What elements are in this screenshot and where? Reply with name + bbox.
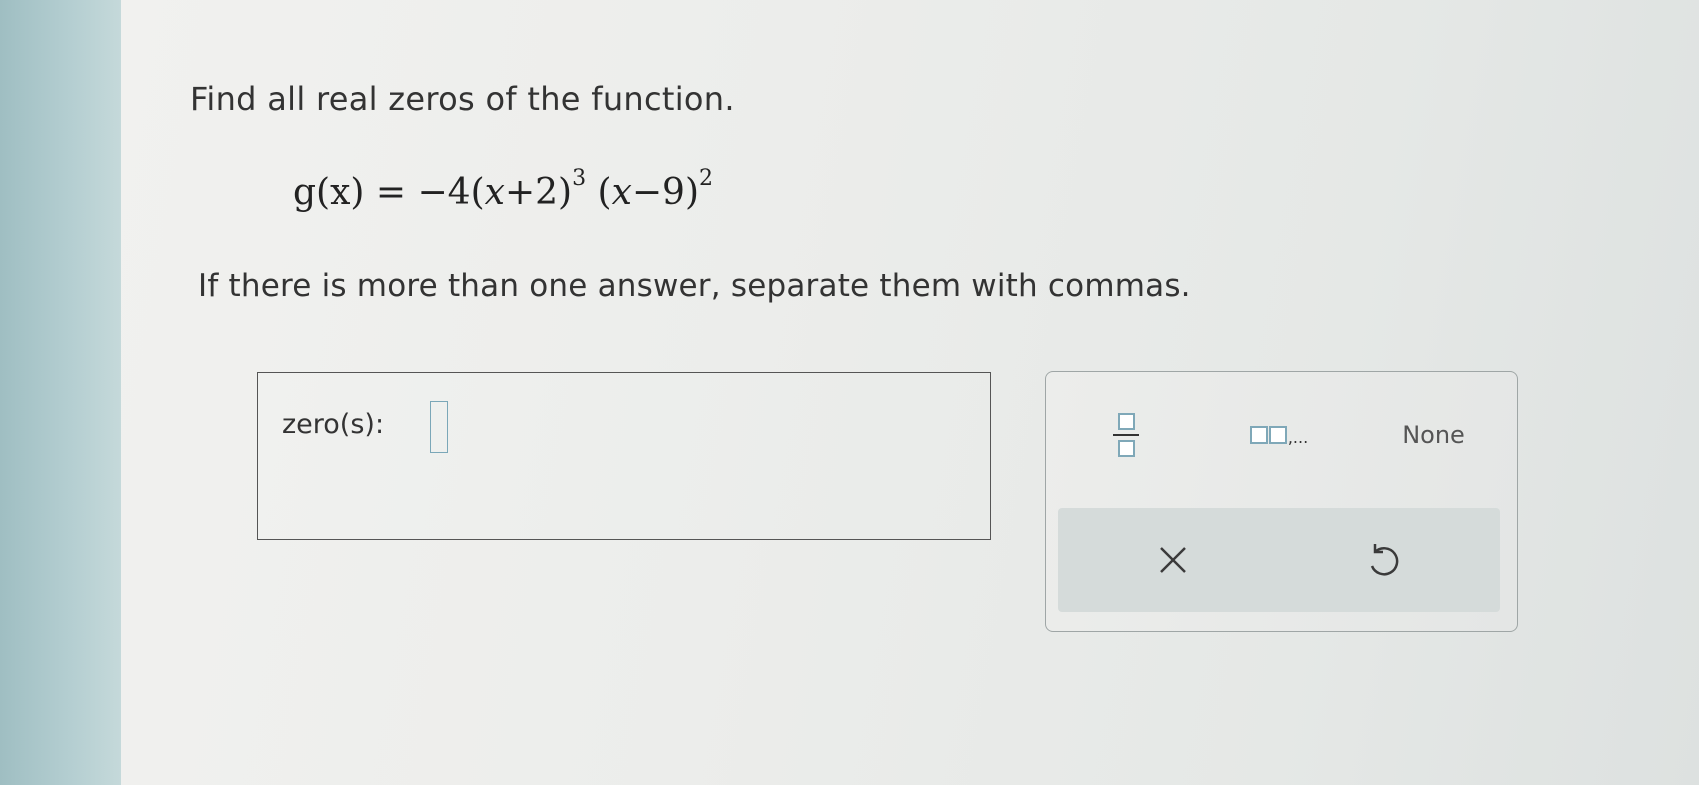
question-prompt: Find all real zeros of the function. [190,80,735,118]
function-equation: g(x) = −4(x+2)3 (x−9)2 [293,166,713,213]
undo-button[interactable] [1328,518,1438,602]
instruction-text: If there is more than one answer, separa… [198,268,1191,304]
eq-exponent-2: 2 [699,166,713,191]
eq-equals-coefficient: = −4( [364,172,485,213]
zeros-input[interactable] [430,401,448,453]
fraction-button[interactable] [1091,400,1161,470]
zeros-label: zero(s): [282,409,385,440]
eq-minus-nine: −9) [631,172,699,213]
answer-box: zero(s): [257,372,991,540]
denominator-box [1117,440,1135,457]
list-dots: ,... [1287,428,1309,447]
list-box-2 [1268,426,1287,444]
keypad-action-bar [1058,508,1500,612]
close-icon [1160,547,1186,573]
list-box-1 [1249,426,1268,444]
clear-button[interactable] [1118,518,1228,602]
left-margin [0,0,121,785]
none-button[interactable]: None [1381,400,1486,470]
eq-open-paren: ( [586,172,612,213]
eq-argument: (x) [316,172,365,213]
math-keypad: ,... None [1045,371,1518,632]
list-icon: ,... [1249,426,1309,447]
list-button[interactable]: ,... [1224,400,1334,470]
eq-variable-2: x [611,172,632,213]
undo-icon [1370,544,1399,576]
eq-exponent-1: 3 [572,166,587,191]
eq-function-name: g [293,172,317,213]
eq-plus-two: +2) [504,172,573,213]
numerator-box [1117,413,1135,430]
fraction-bar [1113,434,1139,436]
eq-variable-1: x [484,172,505,213]
fraction-icon [1113,413,1139,457]
